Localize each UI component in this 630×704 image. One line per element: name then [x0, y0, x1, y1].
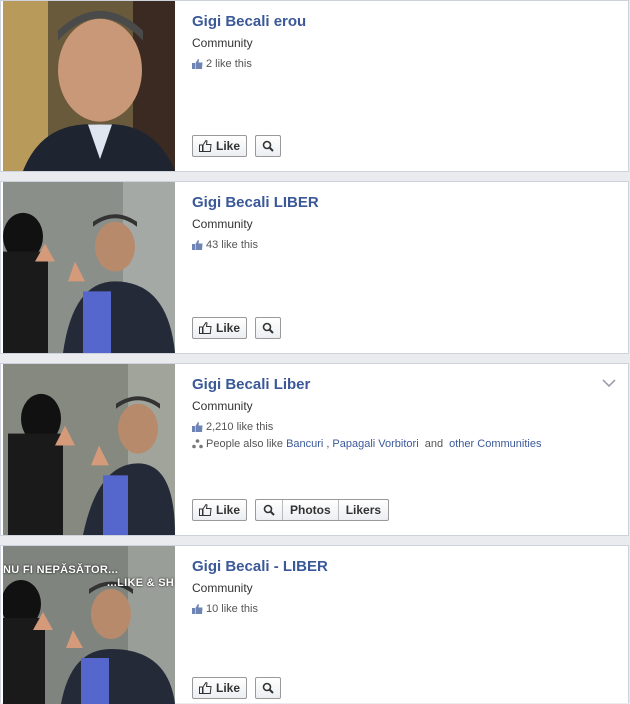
- card-body: Gigi Becali Liber Community 2,210 like t…: [192, 364, 618, 535]
- separator-and: and: [421, 438, 447, 450]
- thumbs-up-icon: [192, 422, 203, 432]
- like-button-label: Like: [216, 139, 241, 153]
- profile-thumbnail[interactable]: [3, 364, 175, 535]
- people-also-like-prefix: People also like: [206, 438, 284, 450]
- link-bancuri[interactable]: Bancuri: [286, 438, 323, 450]
- image-caption-top: NU FI NEPĂSĂTOR...: [3, 564, 119, 576]
- thumbs-up-outline-icon: [199, 682, 212, 694]
- profile-thumbnail[interactable]: [3, 1, 175, 171]
- card-actions: Like: [192, 135, 282, 157]
- link-other-communities[interactable]: other Communities: [449, 438, 541, 450]
- result-card: Gigi Becali LIBER Community 43 like this…: [0, 181, 629, 354]
- like-button[interactable]: Like: [192, 317, 248, 339]
- thumbs-up-outline-icon: [199, 140, 212, 152]
- search-button[interactable]: [255, 135, 282, 157]
- thumbs-up-outline-icon: [199, 504, 212, 516]
- profile-thumbnail[interactable]: [3, 182, 175, 353]
- magnifier-icon: [262, 322, 274, 334]
- image-caption-bottom: ...LIKE & SH: [107, 577, 175, 589]
- like-count: 10 like this: [192, 603, 258, 615]
- like-count-text: 10 like this: [206, 603, 258, 615]
- thumbs-up-icon: [192, 604, 203, 614]
- thumbs-up-outline-icon: [199, 322, 212, 334]
- page-title-link[interactable]: Gigi Becali LIBER: [192, 194, 319, 211]
- card-body: Gigi Becali LIBER Community 43 like this…: [192, 182, 618, 353]
- page-title-link[interactable]: Gigi Becali - LIBER: [192, 558, 328, 575]
- magnifier-icon: [263, 504, 275, 516]
- search-button[interactable]: [255, 317, 282, 339]
- like-count-text: 2,210 like this: [206, 421, 274, 433]
- people-also-like: People also like Bancuri, Papagali Vorbi…: [192, 438, 541, 450]
- people-icon: [192, 439, 203, 449]
- page-title-link[interactable]: Gigi Becali Liber: [192, 376, 310, 393]
- photos-button[interactable]: Photos: [282, 500, 338, 520]
- result-card: Gigi Becali erou Community 2 like this L…: [0, 0, 629, 172]
- likers-button[interactable]: Likers: [337, 500, 388, 520]
- like-button[interactable]: Like: [192, 499, 248, 521]
- thumbs-up-icon: [192, 59, 203, 69]
- link-papagali-vorbitori[interactable]: Papagali Vorbitori: [332, 438, 418, 450]
- like-count: 43 like this: [192, 239, 258, 251]
- like-button-label: Like: [216, 503, 241, 517]
- result-card: Gigi Becali Liber Community 2,210 like t…: [0, 363, 629, 536]
- page-category: Community: [192, 581, 253, 595]
- result-card: NU FI NEPĂSĂTOR... ...LIKE & SH Gigi Bec…: [0, 545, 629, 704]
- magnifier-icon: [262, 140, 274, 152]
- page-category: Community: [192, 399, 253, 413]
- like-button-label: Like: [216, 681, 241, 695]
- like-count-text: 2 like this: [206, 58, 252, 70]
- separator-comma: ,: [326, 438, 330, 450]
- chevron-down-icon[interactable]: [602, 378, 616, 388]
- search-button[interactable]: [256, 500, 282, 520]
- like-button[interactable]: Like: [192, 135, 248, 157]
- profile-thumbnail[interactable]: NU FI NEPĂSĂTOR... ...LIKE & SH: [3, 546, 175, 704]
- action-button-group: Photos Likers: [255, 499, 390, 521]
- search-button[interactable]: [255, 677, 282, 699]
- page-title-link[interactable]: Gigi Becali erou: [192, 13, 306, 30]
- like-count-text: 43 like this: [206, 239, 258, 251]
- card-actions: Like Photos Likers: [192, 499, 390, 521]
- like-count: 2 like this: [192, 58, 252, 70]
- page-category: Community: [192, 217, 253, 231]
- like-count: 2,210 like this: [192, 421, 273, 433]
- card-actions: Like: [192, 317, 282, 339]
- thumbs-up-icon: [192, 240, 203, 250]
- card-actions: Like: [192, 677, 282, 699]
- like-button-label: Like: [216, 321, 241, 335]
- magnifier-icon: [262, 682, 274, 694]
- card-body: Gigi Becali - LIBER Community 10 like th…: [192, 546, 618, 703]
- card-body: Gigi Becali erou Community 2 like this L…: [192, 1, 618, 171]
- results-list: Gigi Becali erou Community 2 like this L…: [0, 0, 630, 704]
- like-button[interactable]: Like: [192, 677, 248, 699]
- page-category: Community: [192, 36, 253, 50]
